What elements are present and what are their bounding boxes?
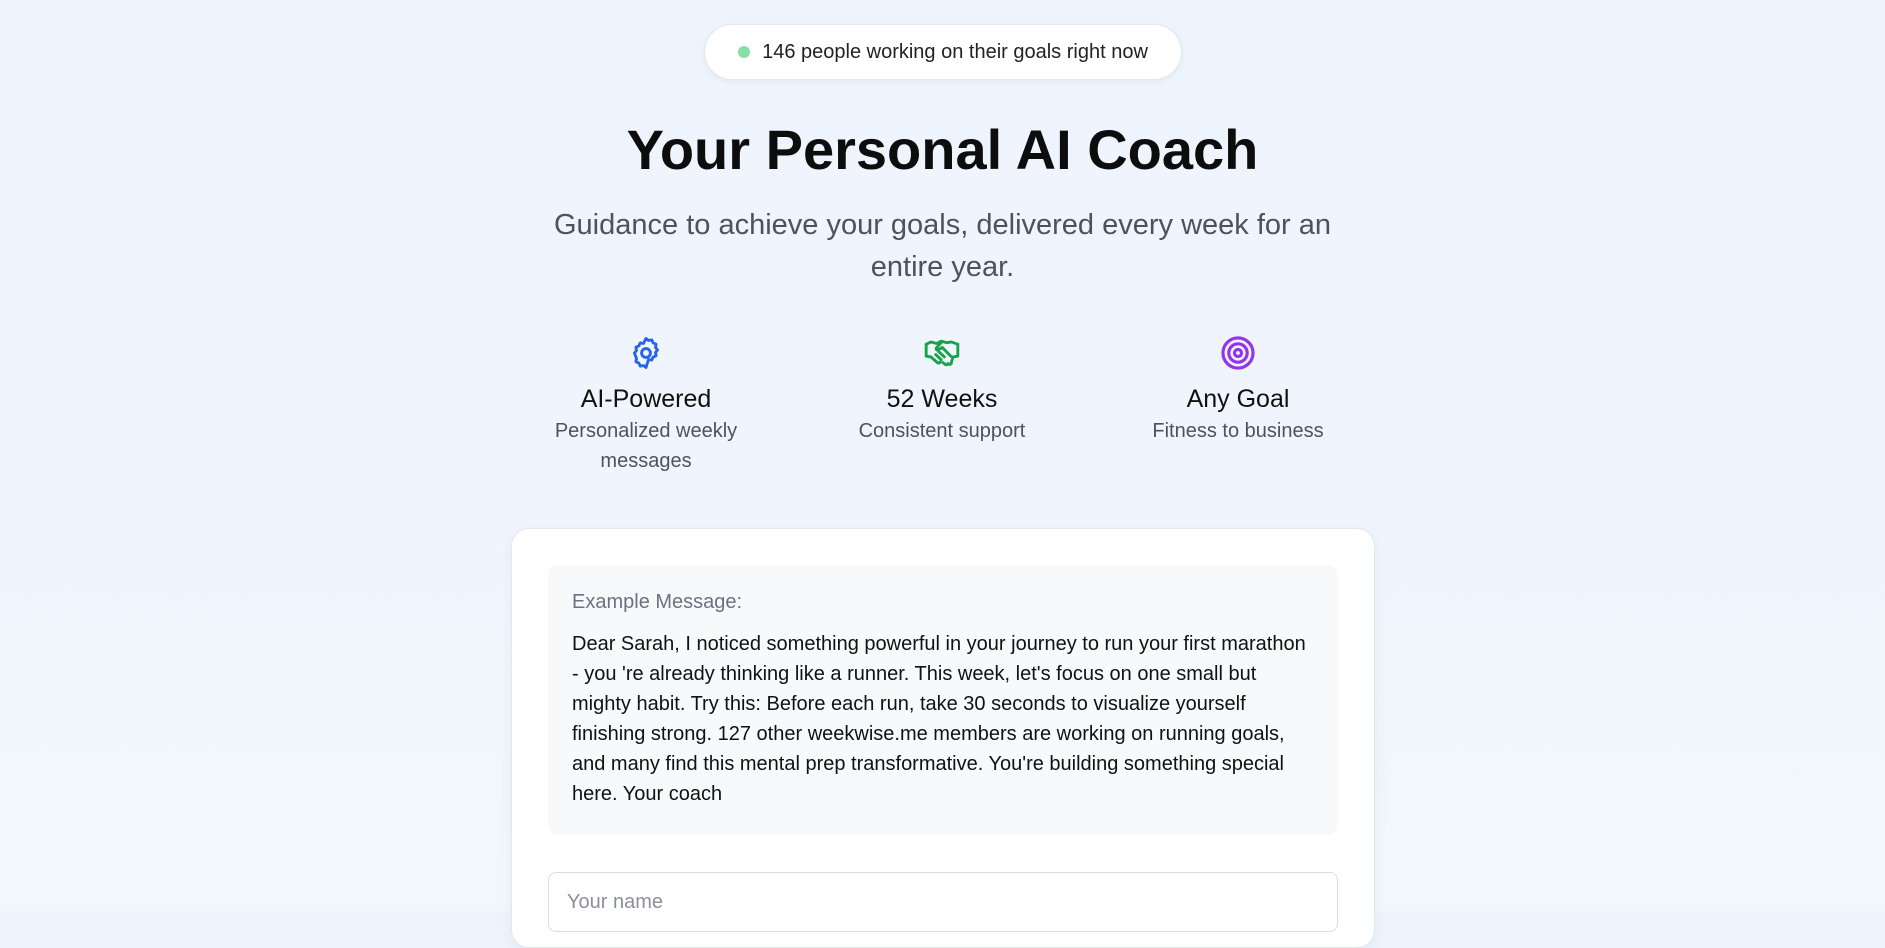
example-message-box: Example Message: Dear Sarah, I noticed s… — [548, 565, 1338, 835]
feature-description: Consistent support — [858, 420, 1026, 442]
feature-title: AI-Powered — [580, 385, 712, 413]
signup-card: Example Message: Dear Sarah, I noticed s… — [511, 528, 1375, 948]
status-dot-icon — [738, 46, 751, 58]
gear-icon — [633, 337, 659, 369]
feature-ai-powered: AI-Powered Personalized weekly messages — [526, 334, 766, 476]
feature-description: Fitness to business — [1152, 420, 1324, 442]
feature-title: Any Goal — [1186, 385, 1290, 413]
status-text: 146 people working on their goals right … — [762, 40, 1148, 63]
target-icon — [1221, 336, 1255, 370]
feature-title: 52 Weeks — [886, 385, 998, 413]
feature-any-goal: Any Goal Fitness to business — [1118, 334, 1358, 446]
page-subtitle: Guidance to achieve your goals, delivere… — [554, 209, 1331, 283]
name-input[interactable] — [548, 872, 1338, 932]
handshake-icon — [924, 339, 960, 367]
example-message-body: Dear Sarah, I noticed something powerful… — [572, 633, 1306, 805]
live-status-badge: 146 people working on their goals right … — [704, 24, 1182, 80]
example-message-label: Example Message: — [572, 591, 743, 613]
page-title: Your Personal AI Coach — [626, 118, 1259, 181]
feature-52-weeks: 52 Weeks Consistent support — [822, 334, 1062, 446]
feature-description: Personalized weekly messages — [554, 420, 738, 472]
